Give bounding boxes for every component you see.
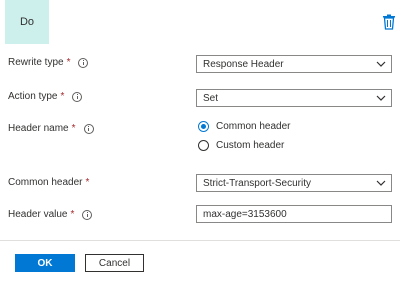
header-name-label: Header name * [8, 123, 94, 134]
header-value-label: Header value * [8, 209, 93, 220]
action-type-dropdown[interactable]: Set [196, 89, 392, 107]
info-icon[interactable] [72, 91, 83, 102]
chevron-down-icon [376, 95, 386, 101]
common-header-dropdown[interactable]: Strict-Transport-Security [196, 174, 392, 192]
rewrite-type-label: Rewrite type * [8, 57, 89, 68]
rewrite-type-dropdown[interactable]: Response Header [196, 55, 392, 73]
radio-button-checked[interactable] [198, 121, 209, 132]
info-icon[interactable] [78, 57, 89, 68]
info-icon[interactable] [83, 123, 94, 134]
ok-button[interactable]: OK [15, 254, 75, 272]
action-tile-label: Do [19, 16, 35, 28]
action-tile: Do [5, 0, 49, 44]
info-icon[interactable] [82, 209, 93, 220]
radio-common-header[interactable]: Common header [198, 121, 290, 132]
cancel-button[interactable]: Cancel [85, 254, 144, 272]
header-value-input[interactable]: max-age=3153600 [196, 205, 392, 223]
trash-icon[interactable] [382, 14, 396, 30]
radio-custom-header[interactable]: Custom header [198, 140, 284, 151]
action-type-label: Action type * [8, 91, 83, 102]
radio-button[interactable] [198, 140, 209, 151]
chevron-down-icon [376, 180, 386, 186]
common-header-label: Common header * [8, 177, 90, 188]
chevron-down-icon [376, 61, 386, 67]
footer-divider [0, 240, 400, 241]
